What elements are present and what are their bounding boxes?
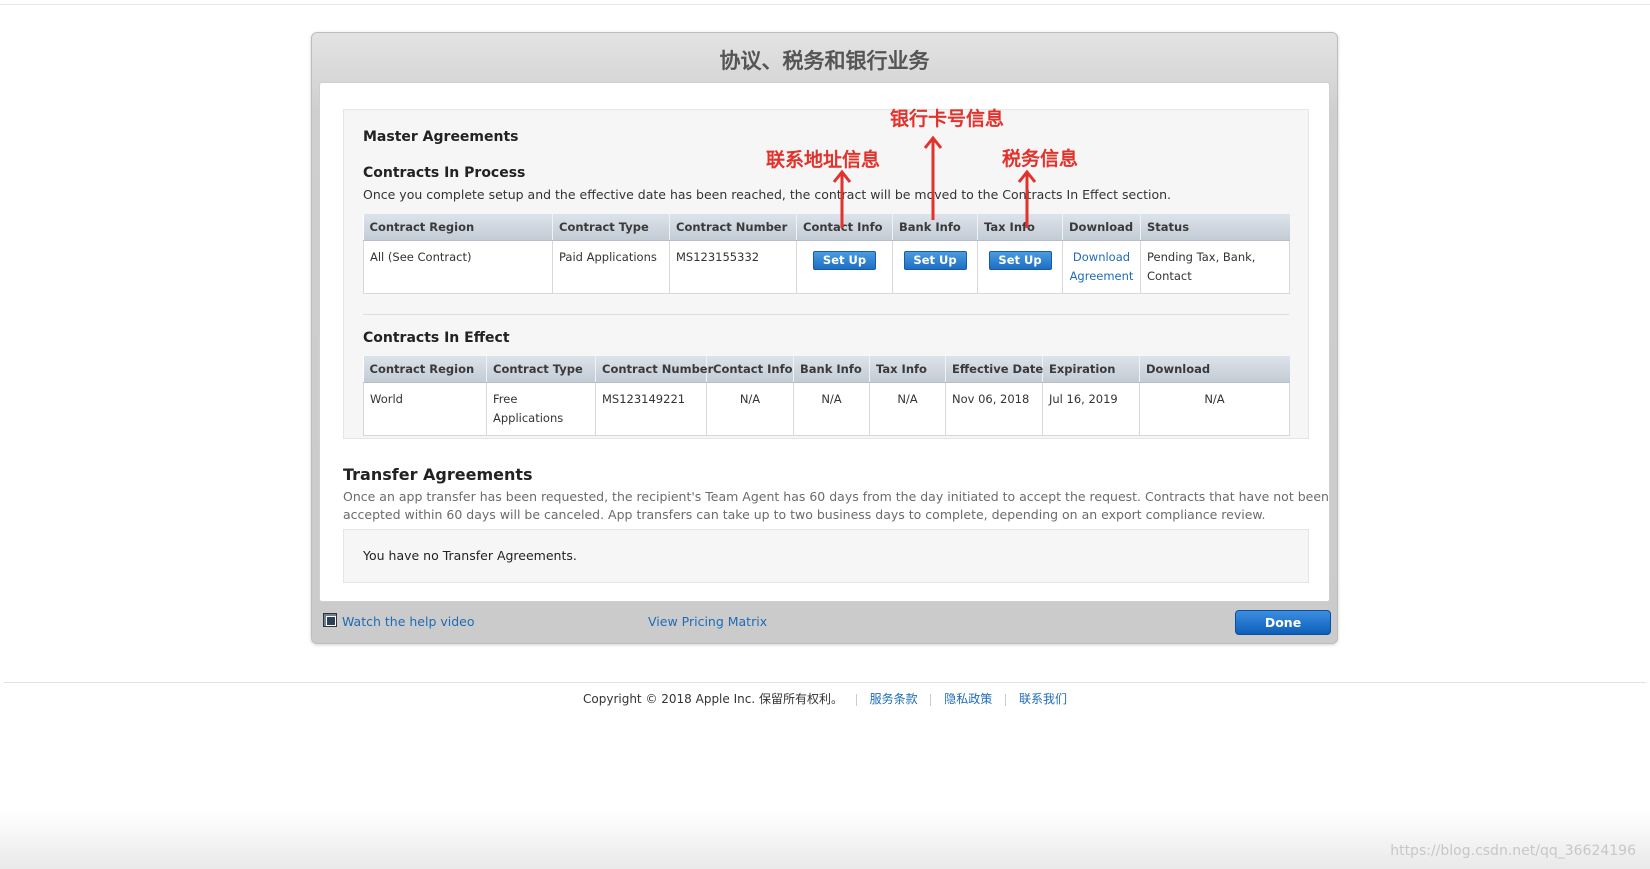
download-agreement-link[interactable]: Download Agreement (1070, 250, 1134, 283)
cell-contract-region: World (363, 382, 487, 436)
contracts-in-process-table: Contract Region Contract Type Contract N… (363, 214, 1290, 294)
cell-contact-info: N/A (706, 382, 794, 436)
transfer-description-line2: accepted within 60 days will be canceled… (343, 507, 1266, 522)
cell-tax-info: N/A (869, 382, 946, 436)
cell-bank-info: N/A (793, 382, 870, 436)
transfer-description-line1: Once an app transfer has been requested,… (343, 489, 1329, 504)
column-header: Contract Number (669, 214, 797, 241)
annotation-contact-address: 联系地址信息 (766, 149, 881, 171)
cell-status: Pending Tax, Bank, Contact (1140, 240, 1290, 294)
cell-download: N/A (1139, 382, 1290, 436)
cell-contract-type: Free Applications (486, 382, 596, 436)
cell-bank-info: Set Up (892, 240, 978, 294)
view-pricing-matrix-link[interactable]: View Pricing Matrix (648, 614, 767, 629)
arrow-up-icon (1017, 169, 1037, 228)
watch-help-video-link[interactable]: Watch the help video (342, 614, 475, 629)
contact-us-link[interactable]: 联系我们 (1019, 692, 1067, 706)
status-line1: Pending Tax, Bank, (1147, 249, 1256, 264)
modal-footer: Watch the help video View Pricing Matrix… (312, 607, 1337, 643)
privacy-policy-link[interactable]: 隐私政策 (944, 692, 992, 706)
done-button[interactable]: Done (1235, 610, 1331, 635)
film-icon (323, 613, 337, 627)
table-header-row: Contract Region Contract Type Contract N… (363, 214, 1290, 241)
contracts-in-effect-table: Contract Region Contract Type Contract N… (363, 356, 1290, 436)
copyright-text: Copyright © 2018 Apple Inc. 保留所有权利。 (583, 692, 843, 706)
watermark: https://blog.csdn.net/qq_36624196 (1390, 843, 1636, 859)
column-header: Tax Info (869, 356, 946, 383)
column-header: Effective Date (945, 356, 1043, 383)
arrow-up-icon (923, 135, 943, 220)
status-line2: Contact (1147, 268, 1192, 283)
cell-contract-number: MS123149221 (595, 382, 707, 436)
column-header: Bank Info (793, 356, 870, 383)
column-header: Contact Info (706, 356, 794, 383)
terms-of-service-link[interactable]: 服务条款 (870, 692, 918, 706)
page-footer-rule (4, 682, 1646, 683)
download-link-line2: Agreement (1069, 268, 1134, 283)
section-divider (363, 314, 1289, 315)
table-header-row: Contract Region Contract Type Contract N… (363, 356, 1290, 383)
contracts-in-process-description: Once you complete setup and the effectiv… (363, 187, 1172, 202)
bottom-shade (0, 811, 1650, 869)
cell-contract-region: All (See Contract) (363, 240, 553, 294)
no-transfer-agreements-text: You have no Transfer Agreements. (363, 548, 577, 563)
transfer-agreements-box: You have no Transfer Agreements. (343, 529, 1309, 583)
cell-contact-info: Set Up (796, 240, 893, 294)
transfer-agreements-heading: Transfer Agreements (343, 465, 533, 484)
column-header: Download (1062, 214, 1141, 241)
cell-contract-type: Paid Applications (552, 240, 670, 294)
agreements-modal: 协议、税务和银行业务 Master Agreements Contracts I… (311, 32, 1338, 644)
cell-tax-info: Set Up (977, 240, 1063, 294)
footer-separator (1005, 693, 1007, 706)
footer-separator (930, 693, 932, 706)
page-footer: Copyright © 2018 Apple Inc. 保留所有权利。 服务条款… (0, 690, 1650, 707)
download-link-line1: Download (1072, 249, 1131, 264)
arrow-up-icon (832, 169, 852, 228)
column-header: Contract Number (595, 356, 713, 383)
contact-setup-button[interactable]: Set Up (813, 250, 876, 270)
column-header: Contract Type (486, 356, 596, 383)
master-agreements-heading: Master Agreements (363, 129, 519, 145)
table-row: All (See Contract) Paid Applications MS1… (363, 240, 1290, 294)
column-header: Contract Region (363, 214, 553, 241)
top-rule (0, 4, 1650, 5)
column-header: Status (1140, 214, 1290, 241)
cell-effective-date: Nov 06, 2018 (945, 382, 1043, 436)
modal-title: 协议、税务和银行业务 (719, 49, 930, 73)
annotation-tax: 税务信息 (1002, 148, 1079, 170)
annotation-bank-card: 银行卡号信息 (890, 108, 1005, 130)
cell-contract-number: MS123155332 (669, 240, 797, 294)
contracts-in-effect-heading: Contracts In Effect (363, 330, 510, 346)
bank-setup-button[interactable]: Set Up (903, 250, 967, 270)
column-header: Expiration (1042, 356, 1140, 383)
column-header: Contract Type (552, 214, 670, 241)
cell-download: Download Agreement (1062, 240, 1141, 294)
tax-setup-button[interactable]: Set Up (988, 250, 1052, 270)
table-row: World Free Applications MS123149221 N/A … (363, 382, 1290, 436)
column-header: Contract Region (363, 356, 487, 383)
footer-separator (855, 693, 857, 706)
cell-expiration: Jul 16, 2019 (1042, 382, 1140, 436)
column-header: Download (1139, 356, 1290, 383)
contracts-in-process-heading: Contracts In Process (363, 165, 526, 181)
